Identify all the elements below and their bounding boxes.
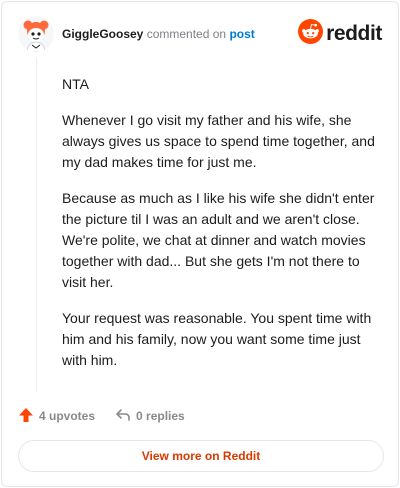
comment-paragraph: NTA [62,76,89,92]
comment-paragraph: Your request was reasonable. You spent t… [62,310,372,368]
reddit-logo-icon [298,19,324,49]
comment-actions: 4 upvotes 0 replies [18,406,185,426]
upvote-count: 4 upvotes [39,409,96,423]
post-link[interactable]: post [229,27,254,41]
comment-embed-card: GiggleGoosey commented on post reddit NT… [1,1,399,487]
reply-arrow-icon [115,407,136,426]
view-more-button[interactable]: View more on Reddit [18,440,384,472]
thread-line [36,58,37,392]
byline-action-text: commented on [146,27,227,41]
brand-wordmark: reddit [326,22,382,45]
comment-header: GiggleGoosey commented on post reddit [18,16,382,52]
reply-button[interactable]: 0 replies [115,407,185,426]
comment-byline: GiggleGoosey commented on post [62,27,255,41]
username[interactable]: GiggleGoosey [62,27,143,41]
reply-count: 0 replies [136,409,185,423]
comment-body: NTA Whenever I go visit my father and hi… [62,74,382,386]
comment-paragraph: Whenever I go visit my father and his wi… [62,112,375,170]
upvote-arrow-icon [18,407,39,426]
snoo-avatar-icon[interactable] [18,16,54,52]
comment-paragraph: Because as much as I like his wife she d… [62,190,375,290]
reddit-brand[interactable]: reddit [298,19,382,49]
upvote-button[interactable]: 4 upvotes [18,407,95,426]
